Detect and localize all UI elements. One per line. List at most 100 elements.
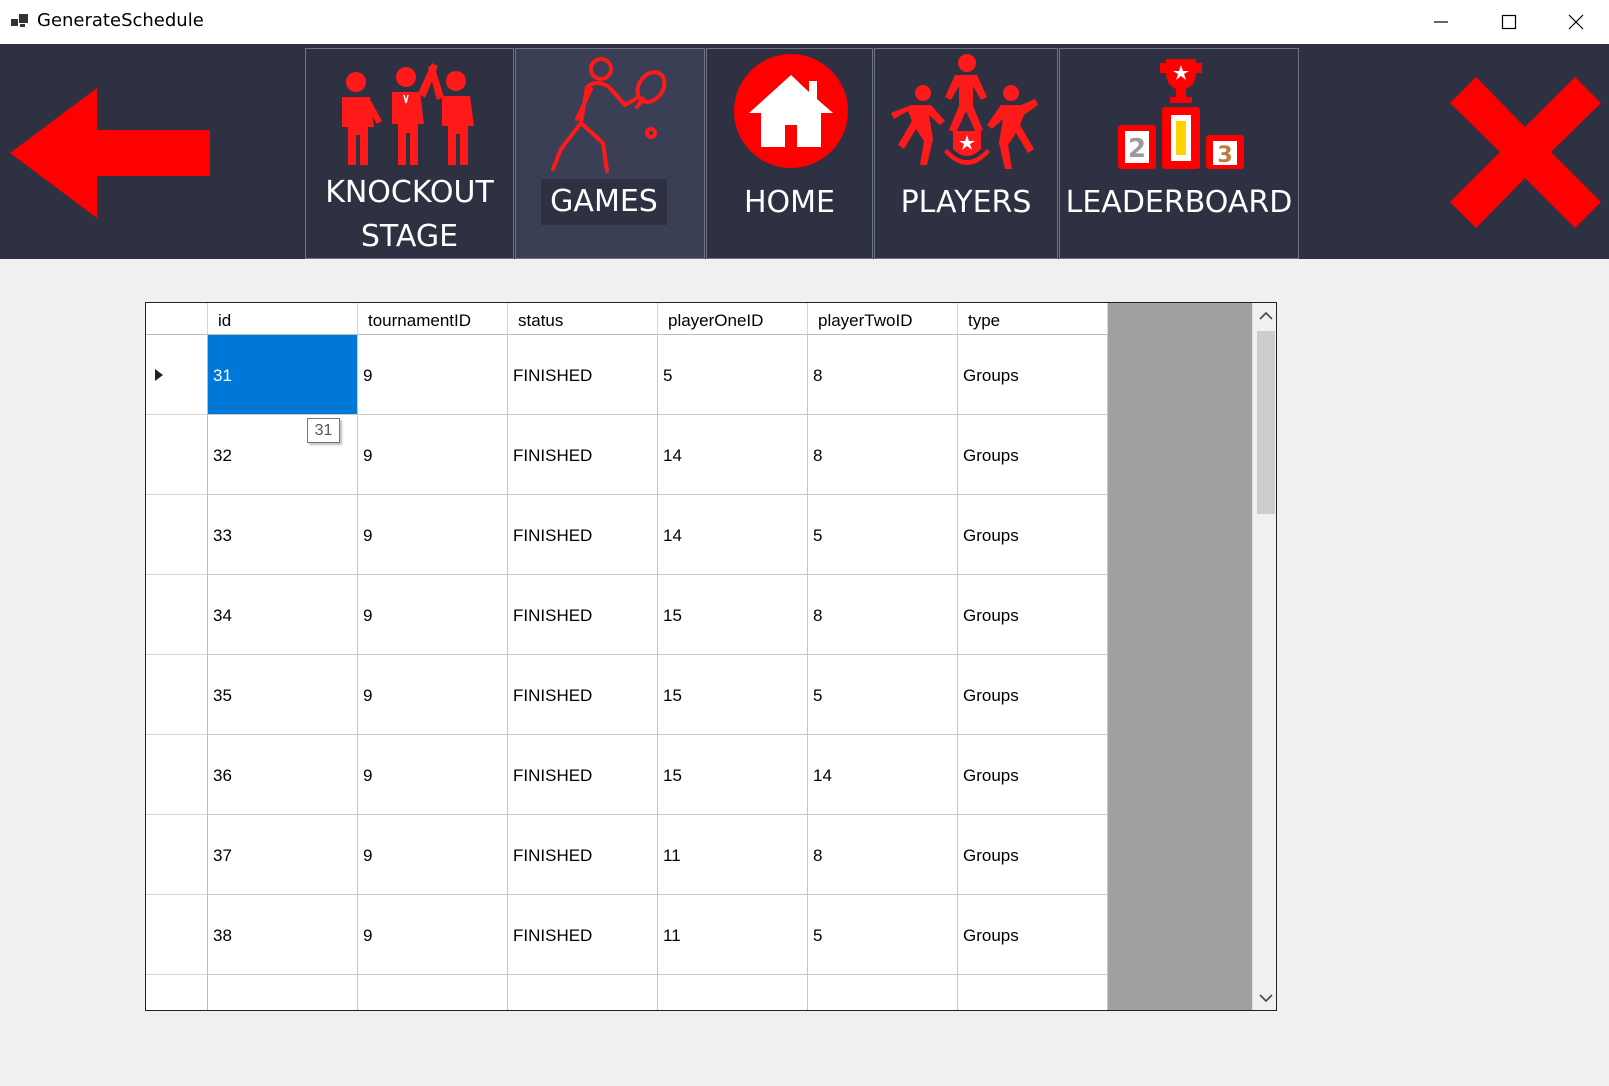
nav-tile-players[interactable]: PLAYERS [874,48,1058,259]
cell-status[interactable] [508,975,658,1010]
cell-status[interactable]: FINISHED [508,815,658,895]
row-header[interactable] [146,335,208,415]
back-button[interactable] [10,88,215,218]
cell-id[interactable]: 38 [208,895,358,975]
close-icon [1568,14,1584,30]
exit-button[interactable] [1450,77,1601,228]
games-data-grid[interactable]: id tournamentID status playerOneID playe… [145,302,1277,1011]
cell-player-two-id[interactable]: 8 [808,575,958,655]
cell-tooltip: 31 [307,418,340,443]
tennis-player-icon [551,57,667,173]
cell-type[interactable]: Groups [958,815,1108,895]
column-header-player-one-id[interactable]: playerOneID [658,303,808,335]
arrow-left-icon [10,88,210,218]
nav-tile-label: GAMES [541,179,667,225]
column-header-type[interactable]: type [958,303,1108,335]
cell-tournament-id[interactable]: 9 [358,895,508,975]
cell-type[interactable] [958,975,1108,1010]
column-header-tournament-id[interactable]: tournamentID [358,303,508,335]
red-x-icon [1450,77,1601,228]
close-window-button[interactable] [1543,0,1609,44]
cell-type[interactable]: Groups [958,415,1108,495]
cell-type[interactable]: Groups [958,655,1108,735]
cell-player-one-id[interactable]: 14 [658,495,808,575]
row-header[interactable] [146,575,208,655]
cell-tournament-id[interactable]: 9 [358,815,508,895]
cell-player-two-id[interactable]: 8 [808,335,958,415]
cell-player-one-id[interactable]: 15 [658,655,808,735]
cell-player-one-id[interactable]: 5 [658,335,808,415]
chevron-down-icon[interactable] [1259,993,1273,1003]
row-header[interactable] [146,895,208,975]
column-header-id[interactable]: id [208,303,358,335]
cell-tournament-id[interactable]: 9 [358,735,508,815]
cell-status[interactable]: FINISHED [508,735,658,815]
cell-tournament-id[interactable]: 9 [358,335,508,415]
cell-player-two-id[interactable]: 5 [808,655,958,735]
grid-corner-header[interactable] [146,303,208,335]
cell-player-two-id[interactable] [808,975,958,1010]
cell-player-one-id[interactable]: 15 [658,735,808,815]
cell-type[interactable]: Groups [958,735,1108,815]
cell-tournament-id[interactable] [358,975,508,1010]
vertical-scrollbar[interactable] [1252,303,1276,1010]
cell-player-one-id[interactable]: 11 [658,815,808,895]
row-header[interactable] [146,815,208,895]
cell-tournament-id[interactable]: 9 [358,495,508,575]
nav-tile-home[interactable]: HOME [706,48,873,259]
minimize-button[interactable] [1408,0,1474,44]
cell-type[interactable]: Groups [958,335,1108,415]
cell-id[interactable]: 37 [208,815,358,895]
cell-status[interactable]: FINISHED [508,495,658,575]
nav-tile-label: HOME [743,185,835,220]
cell-player-one-id[interactable]: 11 [658,895,808,975]
cell-status[interactable]: FINISHED [508,575,658,655]
maximize-icon [1501,14,1517,30]
row-header[interactable] [146,735,208,815]
svg-text:3: 3 [1217,143,1232,168]
chevron-up-icon[interactable] [1259,311,1273,321]
cell-tournament-id[interactable]: 9 [358,415,508,495]
nav-tile-games[interactable]: GAMES [515,48,705,259]
cell-status[interactable]: FINISHED [508,895,658,975]
cell-player-two-id[interactable]: 8 [808,415,958,495]
cell-status[interactable]: FINISHED [508,655,658,735]
cell-id[interactable]: 35 [208,655,358,735]
cell-player-two-id[interactable]: 5 [808,895,958,975]
cell-player-one-id[interactable] [658,975,808,1010]
nav-tile-leaderboard[interactable]: 2 3 LEADERBOARD [1059,48,1299,259]
row-header[interactable] [146,655,208,735]
cell-player-two-id[interactable]: 5 [808,495,958,575]
home-icon [734,54,848,168]
column-header-player-two-id[interactable]: playerTwoID [808,303,958,335]
cell-id[interactable]: 31 [208,335,358,415]
minimize-icon [1434,21,1448,23]
cell-player-two-id[interactable]: 14 [808,735,958,815]
cell-id[interactable]: 33 [208,495,358,575]
row-header[interactable] [146,495,208,575]
nav-tile-knockout-stage[interactable]: KNOCKOUT STAGE [305,48,514,259]
scrollbar-thumb[interactable] [1257,331,1275,514]
cell-type[interactable]: Groups [958,495,1108,575]
cell-id[interactable]: 34 [208,575,358,655]
window-title: GenerateSchedule [37,10,204,31]
cell-status[interactable]: FINISHED [508,335,658,415]
cell-id[interactable]: 36 [208,735,358,815]
players-icon [891,54,1038,169]
row-header[interactable] [146,415,208,495]
nav-tile-label: PLAYERS [900,185,1032,220]
maximize-button[interactable] [1476,0,1542,44]
cell-tournament-id[interactable]: 9 [358,575,508,655]
people-celebrating-icon [342,63,474,165]
cell-tournament-id[interactable]: 9 [358,655,508,735]
cell-status[interactable]: FINISHED [508,415,658,495]
cell-id[interactable] [208,975,358,1010]
svg-text:2: 2 [1128,134,1146,164]
cell-type[interactable]: Groups [958,575,1108,655]
row-header[interactable] [146,975,208,1010]
cell-player-one-id[interactable]: 15 [658,575,808,655]
cell-player-one-id[interactable]: 14 [658,415,808,495]
cell-player-two-id[interactable]: 8 [808,815,958,895]
cell-type[interactable]: Groups [958,895,1108,975]
column-header-status[interactable]: status [508,303,658,335]
